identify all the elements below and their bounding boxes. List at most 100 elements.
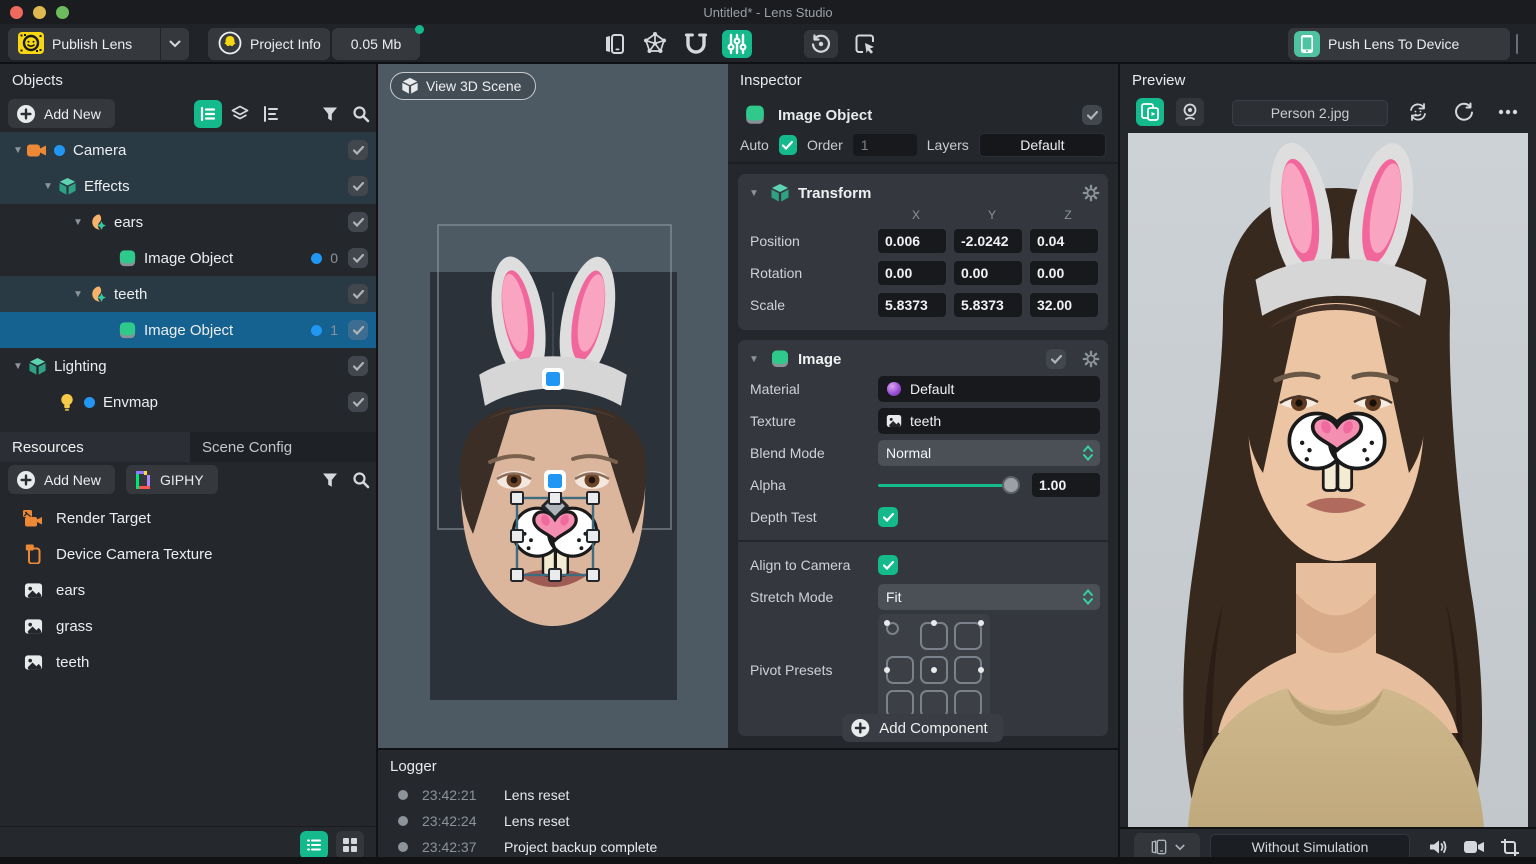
project-size-button[interactable]: 0.05 Mb — [332, 25, 424, 60]
reset-preview-icon[interactable] — [1450, 98, 1478, 126]
publish-lens-button[interactable]: Publish Lens — [8, 28, 160, 60]
pivot-preset-tl[interactable] — [884, 620, 899, 635]
align-to-camera-checkbox[interactable] — [878, 555, 898, 575]
pivot-preset-c[interactable] — [920, 656, 948, 684]
texture-field[interactable]: teeth — [878, 408, 1100, 434]
pivot-preset-l[interactable] — [884, 656, 914, 684]
visible-dot[interactable] — [311, 324, 323, 336]
tree-item-teeth[interactable]: ▼ teeth — [0, 276, 376, 312]
position-y-input[interactable] — [954, 229, 1022, 253]
visible-dot[interactable] — [54, 144, 65, 156]
more-options-icon[interactable] — [1494, 98, 1522, 126]
grid-view-icon[interactable] — [336, 831, 364, 859]
disclosure-triangle[interactable]: ▼ — [10, 361, 26, 372]
order-input[interactable] — [852, 134, 917, 156]
disclosure-triangle[interactable]: ▼ — [70, 289, 86, 300]
add-component-button[interactable]: Add Component — [842, 714, 1004, 742]
enabled-checkbox[interactable] — [348, 320, 368, 340]
close-window-button[interactable] — [10, 5, 23, 19]
list-view-icon[interactable] — [300, 831, 328, 859]
resource-item-ears[interactable]: ears — [0, 572, 376, 608]
media-preview-icon[interactable] — [1136, 98, 1164, 126]
filter-icon[interactable] — [316, 100, 344, 128]
resource-item-render-target[interactable]: Render Target — [0, 500, 376, 536]
alpha-slider-knob[interactable] — [1002, 476, 1020, 494]
resources-add-new-button[interactable]: Add New — [8, 465, 115, 494]
tree-item-image-object[interactable]: Image Object 1 — [0, 312, 376, 348]
disclosure-triangle[interactable]: ▼ — [40, 181, 56, 192]
enabled-checkbox[interactable] — [348, 176, 368, 196]
snapping-magnet-icon[interactable] — [681, 30, 711, 58]
scale-z-input[interactable] — [1030, 293, 1098, 317]
scale-x-input[interactable] — [878, 293, 946, 317]
scene-settings-icon[interactable] — [722, 30, 752, 58]
blend-mode-select[interactable]: Normal — [878, 440, 1100, 466]
position-z-input[interactable] — [1030, 229, 1098, 253]
push-lens-to-device-button[interactable]: Push Lens To Device — [1288, 28, 1510, 60]
lens-preview-image[interactable] — [1128, 133, 1528, 827]
alpha-slider[interactable] — [878, 475, 1020, 495]
tree-item-camera[interactable]: ▼ Camera — [0, 132, 376, 168]
pivot-preset-t[interactable] — [920, 620, 948, 650]
visible-dot[interactable] — [84, 396, 95, 408]
auto-checkbox[interactable] — [778, 135, 797, 155]
gear-icon[interactable] — [1082, 350, 1100, 368]
rotation-x-input[interactable] — [878, 261, 946, 285]
search-icon[interactable] — [347, 466, 375, 494]
giphy-button[interactable]: GIPHY — [126, 465, 218, 494]
select-tool-icon[interactable] — [850, 30, 880, 58]
tree-item-lighting[interactable]: ▼ Lighting — [0, 348, 376, 384]
enabled-checkbox[interactable] — [348, 212, 368, 232]
minimize-window-button[interactable] — [33, 5, 46, 19]
enabled-checkbox[interactable] — [348, 356, 368, 376]
position-x-input[interactable] — [878, 229, 946, 253]
webcam-icon[interactable] — [1176, 98, 1204, 126]
scene-3d-view[interactable] — [378, 64, 728, 748]
pivot-preset-tr[interactable] — [954, 620, 984, 650]
enabled-checkbox[interactable] — [348, 284, 368, 304]
preview-source-select[interactable]: Person 2.jpg — [1232, 100, 1388, 126]
search-icon[interactable] — [347, 100, 375, 128]
resource-item-device-camera-texture[interactable]: Device Camera Texture — [0, 536, 376, 572]
object-enabled-checkbox[interactable] — [1082, 105, 1102, 125]
tab-scene-config[interactable]: Scene Config — [190, 432, 376, 462]
disclosure-triangle[interactable]: ▼ — [10, 145, 26, 156]
enabled-checkbox[interactable] — [348, 392, 368, 412]
alpha-input[interactable] — [1032, 473, 1100, 497]
visible-dot[interactable] — [311, 252, 323, 264]
resource-item-grass[interactable]: grass — [0, 608, 376, 644]
stretch-mode-select[interactable]: Fit — [878, 584, 1100, 610]
reset-history-icon[interactable] — [804, 30, 838, 58]
enabled-checkbox[interactable] — [348, 140, 368, 160]
scene-viewport[interactable]: View 3D Scene — [378, 64, 728, 748]
rotation-y-input[interactable] — [954, 261, 1022, 285]
zoom-window-button[interactable] — [56, 5, 69, 19]
layers-view-icon[interactable] — [226, 100, 254, 128]
component-enabled-checkbox[interactable] — [1046, 349, 1066, 369]
collapse-triangle[interactable]: ▼ — [746, 354, 762, 365]
hierarchy-view-icon[interactable] — [257, 100, 285, 128]
mesh-visualization-icon[interactable] — [640, 30, 670, 58]
filter-icon[interactable] — [316, 466, 344, 494]
objects-add-new-button[interactable]: Add New — [8, 99, 115, 128]
view-3d-scene-button[interactable]: View 3D Scene — [390, 72, 537, 100]
collapse-triangle[interactable]: ▼ — [746, 188, 762, 199]
tree-item-effects[interactable]: ▼ Effects — [0, 168, 376, 204]
change-face-icon[interactable] — [1404, 98, 1432, 126]
gear-icon[interactable] — [1082, 184, 1100, 202]
tree-item-envmap[interactable]: Envmap — [0, 384, 376, 420]
tab-resources[interactable]: Resources — [0, 432, 190, 462]
material-field[interactable]: Default — [878, 376, 1100, 402]
disclosure-triangle[interactable]: ▼ — [70, 217, 86, 228]
device-simulation-icon[interactable] — [600, 30, 630, 58]
tree-item-ears[interactable]: ▼ ears — [0, 204, 376, 240]
publish-lens-dropdown[interactable] — [161, 28, 189, 60]
depth-test-checkbox[interactable] — [878, 507, 898, 527]
layers-select[interactable]: Default — [978, 133, 1106, 157]
rotation-z-input[interactable] — [1030, 261, 1098, 285]
enabled-checkbox[interactable] — [348, 248, 368, 268]
project-info-button[interactable]: Project Info — [208, 28, 330, 60]
tree-view-icon[interactable] — [194, 100, 222, 128]
resource-item-teeth[interactable]: teeth — [0, 644, 376, 680]
scale-y-input[interactable] — [954, 293, 1022, 317]
